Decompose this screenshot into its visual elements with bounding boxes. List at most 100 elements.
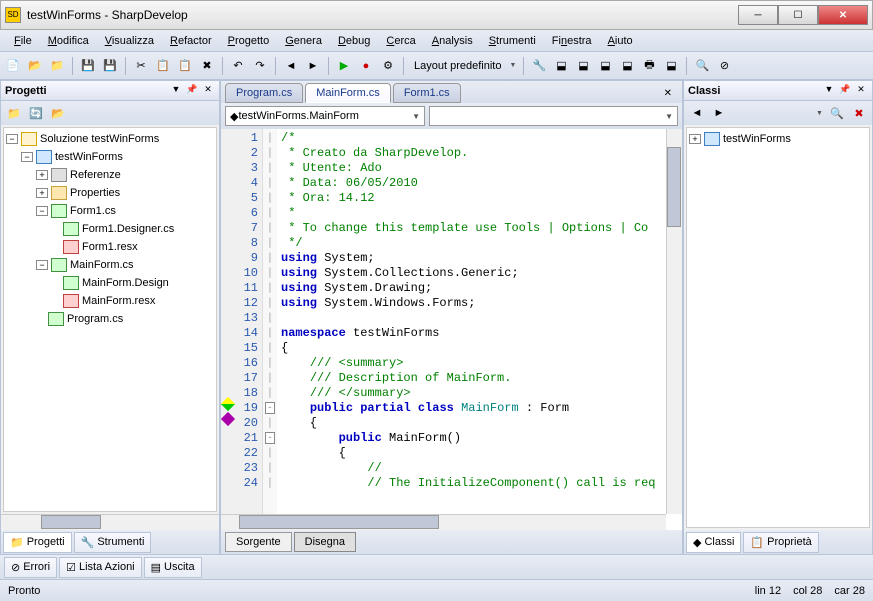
tree-toggle[interactable]: − bbox=[36, 260, 48, 270]
refresh-icon[interactable]: 🔄 bbox=[27, 104, 45, 122]
tab-proprieta[interactable]: 📋Proprietà bbox=[743, 532, 818, 553]
panel-pin-icon[interactable]: 📌 bbox=[185, 84, 199, 98]
form1-resx-label[interactable]: Form1.resx bbox=[82, 241, 138, 253]
redo-icon[interactable]: ↷ bbox=[251, 57, 269, 75]
layout-dropdown-icon[interactable]: ▼ bbox=[509, 62, 517, 69]
search-stop-icon[interactable]: ⊘ bbox=[715, 57, 733, 75]
run-icon[interactable]: ▶ bbox=[335, 57, 353, 75]
menu-cerca[interactable]: Cerca bbox=[378, 33, 423, 49]
scrollbar-thumb[interactable] bbox=[41, 515, 101, 529]
form1-designer-label[interactable]: Form1.Designer.cs bbox=[82, 223, 174, 235]
paste-icon[interactable]: 📋 bbox=[176, 57, 194, 75]
tab-lista-azioni[interactable]: ☑Lista Azioni bbox=[59, 557, 142, 578]
fold-column[interactable]: ││││││││││││││││││-│-│││ bbox=[263, 129, 277, 530]
properties-label[interactable]: Properties bbox=[70, 187, 120, 199]
tool-icon-5[interactable]: ⬓ bbox=[618, 57, 636, 75]
menu-aiuto[interactable]: Aiuto bbox=[600, 33, 641, 49]
panel-close-icon[interactable]: ✕ bbox=[854, 84, 868, 98]
menu-refactor[interactable]: Refactor bbox=[162, 33, 220, 49]
form1-label[interactable]: Form1.cs bbox=[70, 205, 116, 217]
new-file-icon[interactable]: 📄 bbox=[4, 57, 22, 75]
tab-classi[interactable]: ◆Classi bbox=[686, 532, 741, 553]
program-label[interactable]: Program.cs bbox=[67, 313, 123, 325]
save-icon[interactable]: 💾 bbox=[79, 57, 97, 75]
vertical-scrollbar[interactable] bbox=[666, 129, 682, 514]
undo-icon[interactable]: ↶ bbox=[229, 57, 247, 75]
mainform-designer-label[interactable]: MainForm.Design bbox=[82, 277, 169, 289]
menu-genera[interactable]: Genera bbox=[277, 33, 330, 49]
tab-progetti[interactable]: 📁Progetti bbox=[3, 532, 72, 553]
clear-icon[interactable]: ✖ bbox=[850, 104, 868, 122]
search-icon[interactable]: 🔍 bbox=[828, 104, 846, 122]
solution-label[interactable]: Soluzione testWinForms bbox=[40, 133, 159, 145]
tree-toggle[interactable]: + bbox=[36, 170, 48, 180]
build-icon[interactable]: ⚙ bbox=[379, 57, 397, 75]
tool-icon-4[interactable]: ⬓ bbox=[596, 57, 614, 75]
panel-pin-icon[interactable]: 📌 bbox=[838, 84, 852, 98]
project-label[interactable]: testWinForms bbox=[55, 151, 123, 163]
save-all-icon[interactable]: 💾 bbox=[101, 57, 119, 75]
tree-toggle[interactable]: − bbox=[36, 206, 48, 216]
tree-toggle[interactable]: − bbox=[6, 134, 18, 144]
tool-icon-1[interactable]: 🔧 bbox=[530, 57, 548, 75]
member-combo[interactable]: ▼ bbox=[429, 106, 678, 126]
nav-forward-icon[interactable]: ► bbox=[304, 57, 322, 75]
scrollbar-thumb[interactable] bbox=[239, 515, 439, 529]
tab-errori[interactable]: ⊘Errori bbox=[4, 557, 57, 578]
tool-icon-2[interactable]: ⬓ bbox=[552, 57, 570, 75]
tree-toggle[interactable]: + bbox=[36, 188, 48, 198]
tool-icon-7[interactable]: ⬓ bbox=[662, 57, 680, 75]
cut-icon[interactable]: ✂ bbox=[132, 57, 150, 75]
tab-mainform[interactable]: MainForm.cs bbox=[305, 83, 391, 103]
delete-icon[interactable]: ✖ bbox=[198, 57, 216, 75]
tree-toggle[interactable]: + bbox=[689, 134, 701, 144]
panel-dropdown-icon[interactable]: ▼ bbox=[169, 84, 183, 98]
menu-progetto[interactable]: Progetto bbox=[220, 33, 278, 49]
project-tree[interactable]: −Soluzione testWinForms −testWinForms +R… bbox=[3, 127, 217, 512]
menu-debug[interactable]: Debug bbox=[330, 33, 378, 49]
layout-label[interactable]: Layout predefinito bbox=[410, 60, 505, 72]
menu-visualizza[interactable]: Visualizza bbox=[97, 33, 162, 49]
tab-disegna[interactable]: Disegna bbox=[294, 532, 356, 552]
class-combo[interactable]: ◆ testWinForms.MainForm ▼ bbox=[225, 106, 425, 126]
menu-finestra[interactable]: Finestra bbox=[544, 33, 600, 49]
panel-dropdown-icon[interactable]: ▼ bbox=[822, 84, 836, 98]
nav-forward-icon[interactable]: ► bbox=[710, 104, 728, 122]
open-icon[interactable]: 📂 bbox=[26, 57, 44, 75]
code-text[interactable]: /* * Creato da SharpDevelop. * Utente: A… bbox=[277, 129, 682, 530]
tab-form1[interactable]: Form1.cs bbox=[393, 83, 461, 103]
menu-modifica[interactable]: Modifica bbox=[40, 33, 97, 49]
tab-strumenti[interactable]: 🔧Strumenti bbox=[74, 532, 152, 553]
menu-file[interactable]: File bbox=[6, 33, 40, 49]
copy-icon[interactable]: 📋 bbox=[154, 57, 172, 75]
code-editor[interactable]: 123456789101112131415161718192021222324 … bbox=[221, 129, 682, 530]
search-icon[interactable]: 🔍 bbox=[693, 57, 711, 75]
menu-strumenti[interactable]: Strumenti bbox=[481, 33, 544, 49]
collapse-icon[interactable]: 📂 bbox=[49, 104, 67, 122]
tool-icon-6[interactable]: 🖶 bbox=[640, 57, 658, 75]
mainform-resx-label[interactable]: MainForm.resx bbox=[82, 295, 155, 307]
menu-analysis[interactable]: Analysis bbox=[424, 33, 481, 49]
maximize-button[interactable]: ☐ bbox=[778, 5, 818, 25]
close-button[interactable]: ✕ bbox=[818, 5, 868, 25]
stop-icon[interactable]: ● bbox=[357, 57, 375, 75]
nav-back-icon[interactable]: ◄ bbox=[282, 57, 300, 75]
tab-uscita[interactable]: ▤Uscita bbox=[144, 557, 202, 578]
class-tree[interactable]: + testWinForms bbox=[686, 127, 870, 528]
scrollbar-thumb[interactable] bbox=[667, 147, 681, 227]
panel-close-icon[interactable]: ✕ bbox=[201, 84, 215, 98]
tab-close-icon[interactable]: ✕ bbox=[658, 86, 678, 101]
horizontal-scrollbar[interactable] bbox=[221, 514, 666, 530]
tab-sorgente[interactable]: Sorgente bbox=[225, 532, 292, 552]
nav-back-icon[interactable]: ◄ bbox=[688, 104, 706, 122]
minimize-button[interactable]: ─ bbox=[738, 5, 778, 25]
tree-toggle[interactable]: − bbox=[21, 152, 33, 162]
references-label[interactable]: Referenze bbox=[70, 169, 121, 181]
dropdown-icon[interactable]: ▼ bbox=[816, 110, 824, 117]
tab-program[interactable]: Program.cs bbox=[225, 83, 303, 103]
open-project-icon[interactable]: 📁 bbox=[48, 57, 66, 75]
mainform-label[interactable]: MainForm.cs bbox=[70, 259, 134, 271]
class-root-label[interactable]: testWinForms bbox=[723, 133, 791, 145]
show-all-icon[interactable]: 📁 bbox=[5, 104, 23, 122]
tool-icon-3[interactable]: ⬓ bbox=[574, 57, 592, 75]
